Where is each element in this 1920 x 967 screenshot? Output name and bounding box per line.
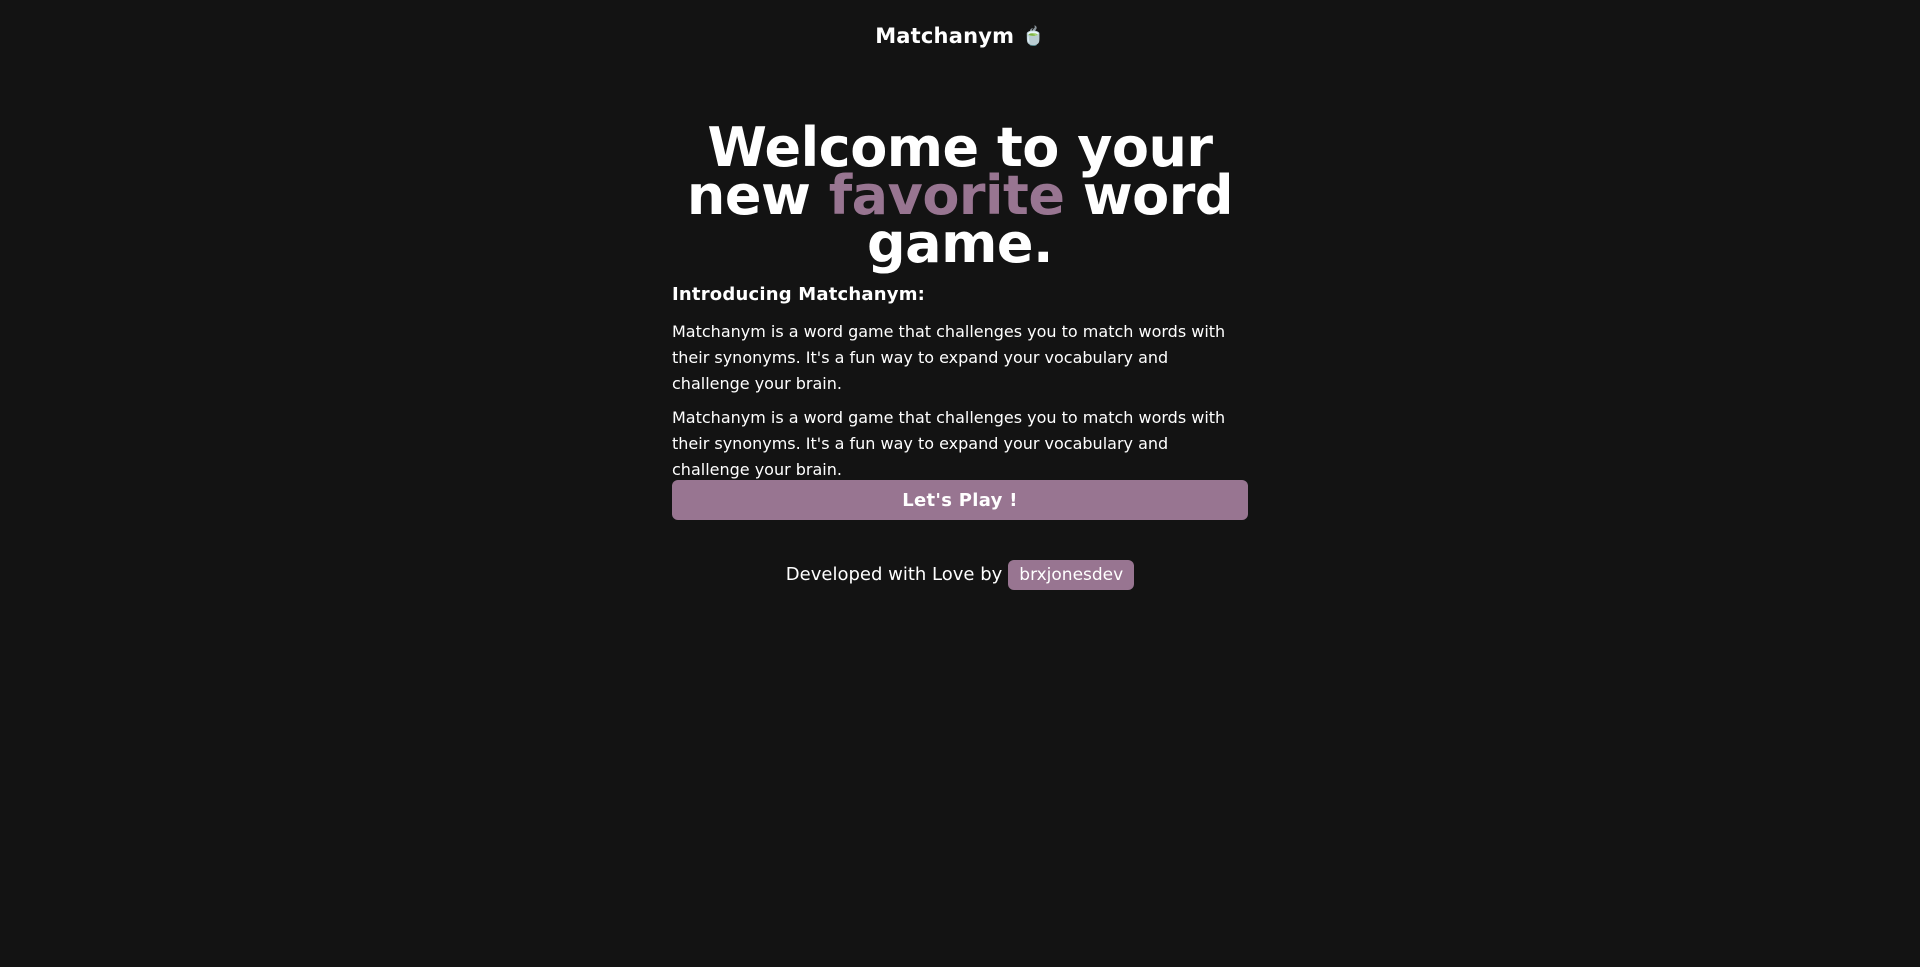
page: Matchanym 🍵 Welcome to your new favorite … xyxy=(0,0,1920,967)
intro-title: Introducing Matchanym: xyxy=(672,284,926,305)
intro-paragraph: Matchanym is a word game that challenges… xyxy=(672,322,1226,393)
author-link[interactable]: brxjonesdev xyxy=(1008,560,1135,590)
credit-text: Developed with Love by xyxy=(785,564,1003,585)
app-header: Matchanym 🍵 xyxy=(0,24,1920,48)
hero-line-2-start: new xyxy=(686,164,829,228)
credit-line: Developed with Love by brxjonesdev xyxy=(0,560,1920,590)
hero-line-2-end: word xyxy=(1064,164,1234,228)
hero-line-3: game. xyxy=(867,212,1054,276)
play-button[interactable]: Let's Play ! xyxy=(672,480,1248,520)
intro-section: Introducing Matchanym: Matchanym is a wo… xyxy=(672,284,1248,491)
tea-icon: 🍵 xyxy=(1022,26,1045,47)
hero-heading: Welcome to your new favorite word game. xyxy=(660,121,1260,271)
intro-paragraph: Matchanym is a word game that challenges… xyxy=(672,408,1226,479)
app-title: Matchanym xyxy=(875,24,1015,48)
